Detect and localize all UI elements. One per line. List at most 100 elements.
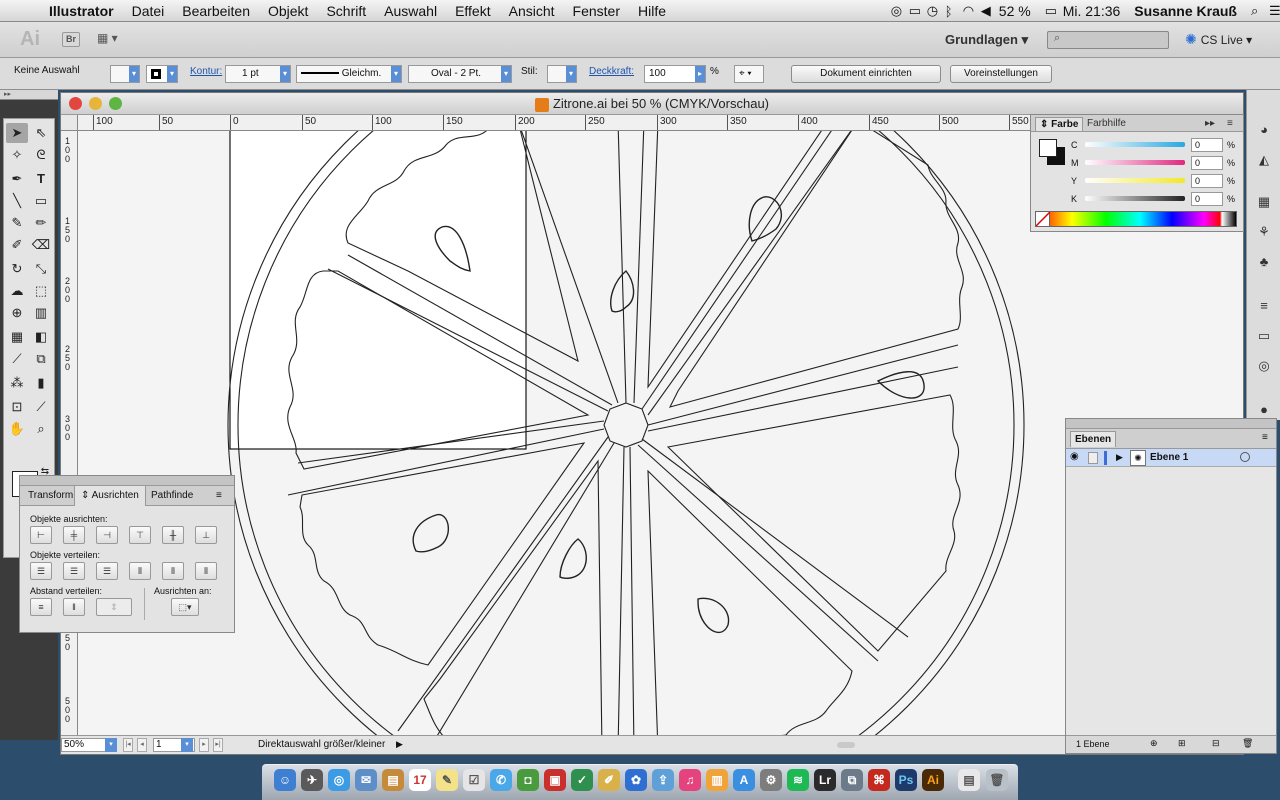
menu-datei[interactable]: Datei — [123, 3, 174, 19]
magic-wand-tool-icon[interactable]: ✧ — [6, 145, 28, 165]
pencil-tool-icon[interactable]: ✏ — [30, 213, 52, 233]
graphic-style-picker[interactable]: ▾ — [547, 65, 577, 83]
visibility-eye-icon[interactable]: ◉ — [1070, 451, 1079, 462]
align-left-icon[interactable]: ⊢ — [30, 526, 52, 544]
menubar-clock[interactable]: Mi. 21:36 — [1056, 3, 1128, 19]
align-vertical-center-icon[interactable]: ╫ — [162, 526, 184, 544]
photo-booth-icon[interactable]: ▣ — [544, 769, 566, 791]
horizontal-scroll-thumb[interactable] — [837, 742, 855, 748]
free-transform-tool-icon[interactable]: ⬚ — [30, 281, 52, 301]
preview-icon[interactable]: ✐ — [598, 769, 620, 791]
menu-auswahl[interactable]: Auswahl — [375, 3, 446, 19]
stroke-profile-select[interactable]: Gleichm. ▾ — [296, 65, 402, 83]
align-to-selection-icon[interactable]: ⬚▾ — [171, 598, 199, 616]
hand-tool-icon[interactable]: ✋ — [6, 419, 28, 439]
spotify-icon[interactable]: ≋ — [787, 769, 809, 791]
image-capture-icon[interactable]: ⧉ — [841, 769, 863, 791]
battery-status[interactable]: 52 % — [992, 3, 1038, 19]
stroke-color-picker[interactable]: ▾ — [146, 65, 178, 83]
finder-icon[interactable]: ☺ — [274, 769, 296, 791]
tools-panel-header[interactable]: ▸▸ — [0, 90, 58, 100]
yellow-slider[interactable] — [1085, 178, 1185, 183]
paintbrush-tool-icon[interactable]: ✎ — [6, 213, 28, 233]
brush-select[interactable]: Oval - 2 Pt. ▾ — [408, 65, 512, 83]
new-sublayer-icon[interactable]: ⊟ — [1212, 738, 1220, 749]
rectangle-tool-icon[interactable]: ▭ — [30, 191, 52, 211]
collapse-panel-icon[interactable]: ▸▸ — [1205, 118, 1215, 129]
graphic-styles-panel-icon[interactable]: ♣ — [1255, 254, 1273, 270]
black-slider[interactable] — [1085, 196, 1185, 201]
delete-layer-icon[interactable]: 🗑 — [1242, 738, 1253, 749]
bridge-button[interactable]: Br — [62, 32, 80, 47]
ibooks-icon[interactable]: ▥ — [706, 769, 728, 791]
distribute-left-icon[interactable]: ⫴ — [129, 562, 151, 580]
vertical-ruler[interactable]: 100150200250300350400450500 — [61, 131, 78, 737]
messages-icon[interactable]: ✆ — [490, 769, 512, 791]
slice-tool-icon[interactable]: ⟋ — [30, 397, 52, 417]
artboard-tool-icon[interactable]: ⊡ — [6, 397, 28, 417]
gradient-panel-icon[interactable]: ▭ — [1255, 328, 1273, 344]
tab-farbhilfe[interactable]: Farbhilfe — [1087, 118, 1126, 129]
layers-panel-header[interactable] — [1066, 419, 1276, 429]
zoom-level-input[interactable]: 50% — [61, 738, 109, 752]
tab-ebenen[interactable]: Ebenen — [1070, 431, 1117, 447]
transparency-panel-icon[interactable]: ◎ — [1255, 358, 1273, 374]
zoom-window-icon[interactable] — [109, 97, 122, 110]
cyan-value-input[interactable]: 0 — [1191, 138, 1223, 152]
reminders-icon[interactable]: ☑ — [463, 769, 485, 791]
expand-layer-icon[interactable]: ▶ — [1116, 452, 1123, 463]
calendar-icon[interactable]: 17 — [409, 769, 431, 791]
swatches-panel-icon[interactable]: ▦ — [1255, 194, 1273, 210]
panel-menu-icon[interactable]: ≡ — [216, 490, 222, 501]
iphoto-icon[interactable]: ✿ — [625, 769, 647, 791]
deckkraft-link[interactable]: Deckkraft: — [589, 66, 634, 82]
distribute-vertical-center-icon[interactable]: ☰ — [63, 562, 85, 580]
menubar-user[interactable]: Susanne Krauß — [1127, 3, 1244, 19]
distribute-top-icon[interactable]: ☰ — [30, 562, 52, 580]
close-window-icon[interactable] — [69, 97, 82, 110]
color-guide-panel-icon[interactable]: ◭ — [1255, 152, 1273, 168]
fill-color-picker[interactable]: ▾ — [110, 65, 140, 83]
tab-transform[interactable]: Transform — [28, 490, 73, 501]
lasso-tool-icon[interactable]: ᘓ — [30, 145, 52, 165]
tab-farbe[interactable]: ⇕ Farbe — [1035, 117, 1084, 131]
menu-app-name[interactable]: Illustrator — [40, 3, 123, 19]
selection-tool-icon[interactable]: ➤ — [6, 123, 28, 143]
minimize-window-icon[interactable] — [89, 97, 102, 110]
layers-panel-menu-icon[interactable]: ≡ — [1262, 432, 1268, 443]
app-store-icon[interactable]: A — [733, 769, 755, 791]
time-machine-icon[interactable]: ◷ — [920, 3, 938, 19]
type-tool-icon[interactable]: T — [30, 169, 52, 189]
eyedropper-tool-icon[interactable]: ⟋ — [6, 349, 28, 369]
zoom-tool-icon[interactable]: ⌕ — [30, 419, 52, 439]
system-preferences-icon[interactable]: ⚙ — [760, 769, 782, 791]
selection-tool-options[interactable]: ⌖ ▾ — [734, 65, 764, 83]
locate-object-icon[interactable]: ⊕ — [1150, 738, 1158, 749]
layer-name[interactable]: Ebene 1 — [1150, 452, 1188, 463]
align-bottom-icon[interactable]: ⊥ — [195, 526, 217, 544]
menu-bearbeiten[interactable]: Bearbeiten — [173, 3, 259, 19]
yellow-value-input[interactable]: 0 — [1191, 174, 1223, 188]
next-page-icon[interactable]: ▸ — [199, 738, 209, 752]
direct-selection-tool-icon[interactable]: ⇖ — [30, 123, 52, 143]
menu-objekt[interactable]: Objekt — [259, 3, 317, 19]
lock-toggle[interactable] — [1088, 452, 1098, 464]
arrange-documents-button[interactable]: ▦ ▾ — [97, 31, 129, 49]
magenta-slider[interactable] — [1085, 160, 1185, 165]
align-horizontal-center-icon[interactable]: ╪ — [63, 526, 85, 544]
volume-icon[interactable]: ◀︎ — [974, 3, 992, 19]
photoshop-icon[interactable]: Ps — [895, 769, 917, 791]
appearance-panel-icon[interactable]: ● — [1255, 402, 1273, 418]
zoom-dropdown-icon[interactable]: ▾ — [105, 738, 117, 752]
color-panel-menu-icon[interactable]: ≡ — [1227, 118, 1233, 129]
shape-builder-tool-icon[interactable]: ⊕ — [6, 303, 28, 323]
brushes-panel-icon[interactable]: ◕ — [1255, 122, 1273, 138]
maps-icon[interactable]: ✓ — [571, 769, 593, 791]
layer-target-icon[interactable] — [1240, 452, 1250, 462]
tab-ausrichten[interactable]: ⇕ Ausrichten — [74, 486, 146, 506]
itunes-icon[interactable]: ♫ — [679, 769, 701, 791]
mail-icon[interactable]: ✉ — [355, 769, 377, 791]
menu-fenster[interactable]: Fenster — [564, 3, 629, 19]
workspace-switcher[interactable]: Grundlagen ▾ — [945, 32, 1028, 48]
notes-icon[interactable]: ✎ — [436, 769, 458, 791]
